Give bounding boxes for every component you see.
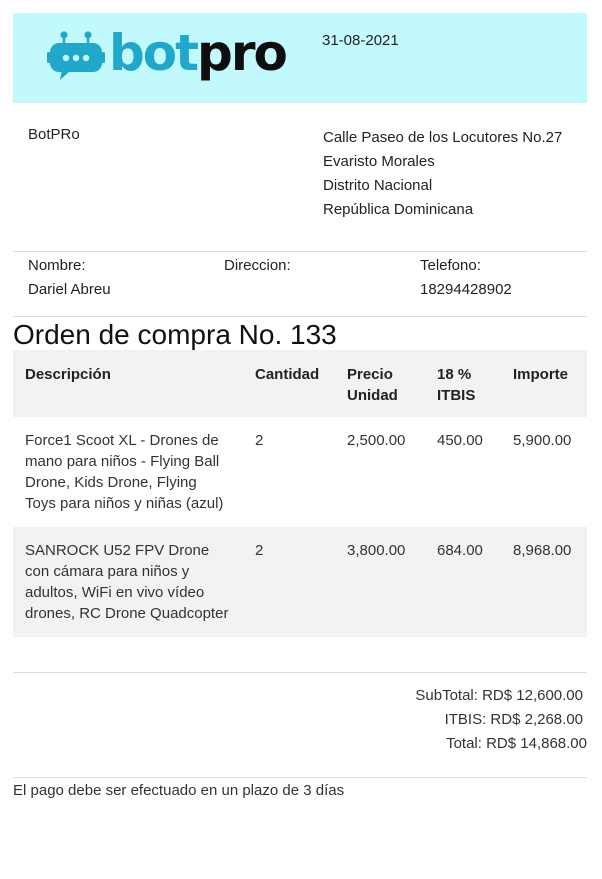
item-unit-price: 2,500.00 — [347, 432, 406, 449]
company-address: Calle Paseo de los Locutores No.27 Evari… — [323, 126, 562, 222]
address-line: Calle Paseo de los Locutores No.27 — [323, 129, 563, 146]
table-row: SANROCK U52 FPV Drone con cámara para ni… — [13, 527, 587, 637]
address-line: República Dominicana — [323, 201, 474, 218]
subtotal: SubTotal: RD$ 12,600.00 — [415, 687, 583, 704]
address-line: Distrito Nacional — [323, 177, 433, 194]
column-header-unit-price: Precio Unidad — [347, 366, 398, 404]
item-description: Force1 Scoot XL - Drones de mano para ni… — [25, 432, 224, 512]
client-phone: 18294428902 — [420, 281, 512, 298]
column-header-description: Descripción — [25, 366, 111, 383]
item-itbis: 684.00 — [437, 542, 483, 559]
invoice-page: botpro 31-08-2021 BotPRo Calle Paseo de … — [0, 0, 602, 879]
invoice-date: 31-08-2021 — [322, 32, 399, 49]
divider — [13, 672, 587, 673]
address-line: Evaristo Morales — [323, 153, 435, 170]
divider — [13, 777, 587, 778]
client-name-label: Nombre: — [28, 257, 86, 274]
divider — [13, 251, 587, 252]
botpro-logo: botpro — [47, 28, 288, 82]
order-items-table: Descripción Cantidad Precio Unidad 18 % IT… — [13, 350, 587, 637]
logo-wordmark: botpro — [109, 28, 288, 78]
item-description: SANROCK U52 FPV Drone con cámara para ni… — [25, 542, 229, 622]
order-title: Orden de compra No. 133 — [13, 319, 337, 350]
grand-total: Total: RD$ 14,868.00 — [446, 735, 587, 752]
itbis-total: ITBIS: RD$ 2,268.00 — [444, 711, 583, 728]
robot-chat-icon — [47, 31, 105, 80]
column-header-amount: Importe — [513, 366, 569, 383]
item-amount: 5,900.00 — [513, 432, 572, 449]
item-quantity: 2 — [255, 432, 264, 449]
item-amount: 8,968.00 — [513, 542, 572, 559]
company-name: BotPRo — [28, 126, 80, 143]
table-row: Force1 Scoot XL - Drones de mano para ni… — [13, 417, 587, 527]
item-quantity: 2 — [255, 542, 264, 559]
item-unit-price: 3,800.00 — [347, 542, 406, 559]
logo-text-bot: bot — [109, 24, 199, 82]
column-header-itbis: 18 % ITBIS — [437, 366, 476, 404]
invoice-header: botpro 31-08-2021 — [13, 13, 587, 103]
client-name: Dariel Abreu — [28, 281, 111, 298]
logo-text-pro: pro — [197, 24, 288, 82]
column-header-quantity: Cantidad — [255, 366, 320, 383]
client-phone-label: Telefono: — [420, 257, 481, 274]
divider — [13, 316, 587, 317]
table-header-row: Descripción Cantidad Precio Unidad 18 % IT… — [13, 350, 587, 417]
client-address-label: Direccion: — [224, 257, 291, 274]
payment-note: El pago debe ser efectuado en un plazo d… — [13, 782, 345, 799]
item-itbis: 450.00 — [437, 432, 483, 449]
totals-block: SubTotal: RD$ 12,600.00 ITBIS: RD$ 2,268… — [415, 684, 587, 756]
